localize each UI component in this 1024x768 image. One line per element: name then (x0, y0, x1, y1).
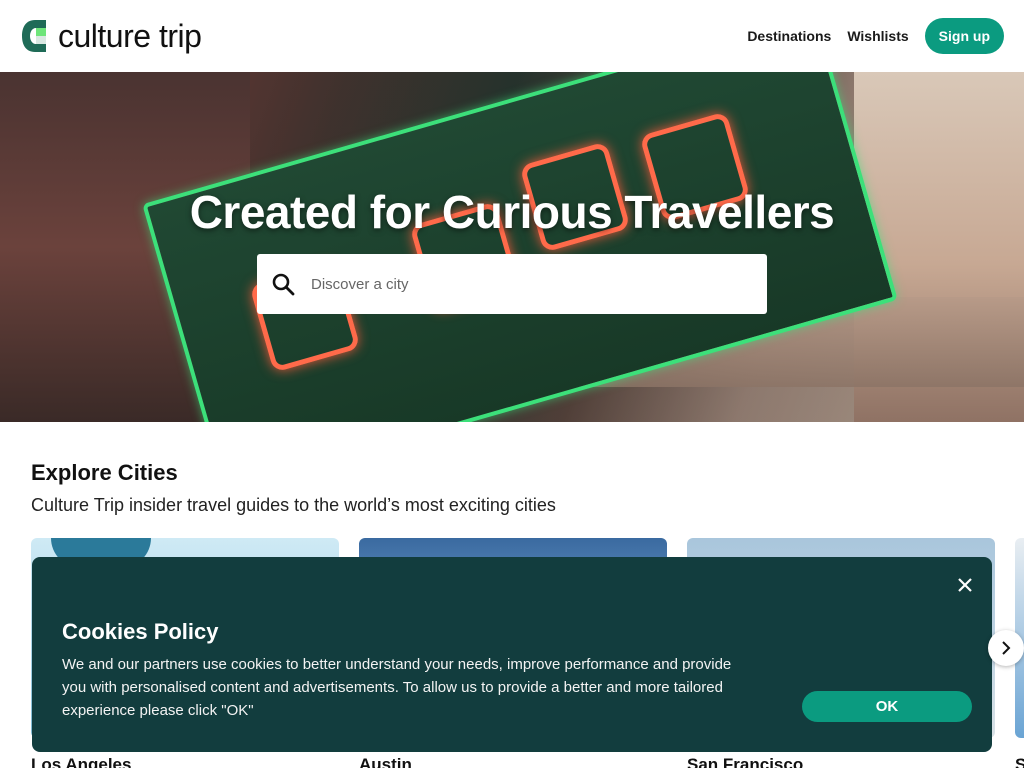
carousel-next-button[interactable] (988, 630, 1024, 666)
cookie-banner: Cookies Policy We and our partners use c… (32, 557, 992, 752)
top-nav: Destinations Wishlists Sign up (747, 18, 1004, 54)
city-name: Los Angeles (31, 755, 132, 768)
search-input[interactable] (311, 275, 751, 293)
culture-trip-logo-icon (22, 20, 46, 52)
city-search-box[interactable] (257, 254, 767, 314)
search-icon (272, 273, 295, 296)
hero-banner: Created for Curious Travellers (0, 72, 1024, 422)
cookie-close-button[interactable] (953, 573, 977, 597)
site-header: culture trip Destinations Wishlists Sign… (0, 0, 1024, 72)
city-name: Austin (359, 755, 412, 768)
sign-up-button[interactable]: Sign up (924, 18, 1004, 54)
section-title: Explore Cities (31, 460, 178, 485)
close-icon (958, 578, 972, 592)
city-name: S (1015, 755, 1024, 768)
nav-destinations[interactable]: Destinations (747, 28, 831, 44)
chevron-right-icon (1002, 641, 1011, 655)
nav-wishlists[interactable]: Wishlists (847, 28, 908, 44)
cookie-text: We and our partners use cookies to bette… (62, 656, 732, 719)
hero-title: Created for Curious Travellers (189, 186, 835, 238)
section-subtitle: Culture Trip insider travel guides to th… (31, 495, 556, 515)
cookie-ok-button[interactable]: OK (802, 691, 972, 722)
city-name: San Francisco (687, 755, 804, 768)
logo[interactable]: culture trip (20, 17, 202, 55)
cookie-title: Cookies Policy (62, 619, 219, 644)
logo-text: culture trip (58, 17, 202, 54)
